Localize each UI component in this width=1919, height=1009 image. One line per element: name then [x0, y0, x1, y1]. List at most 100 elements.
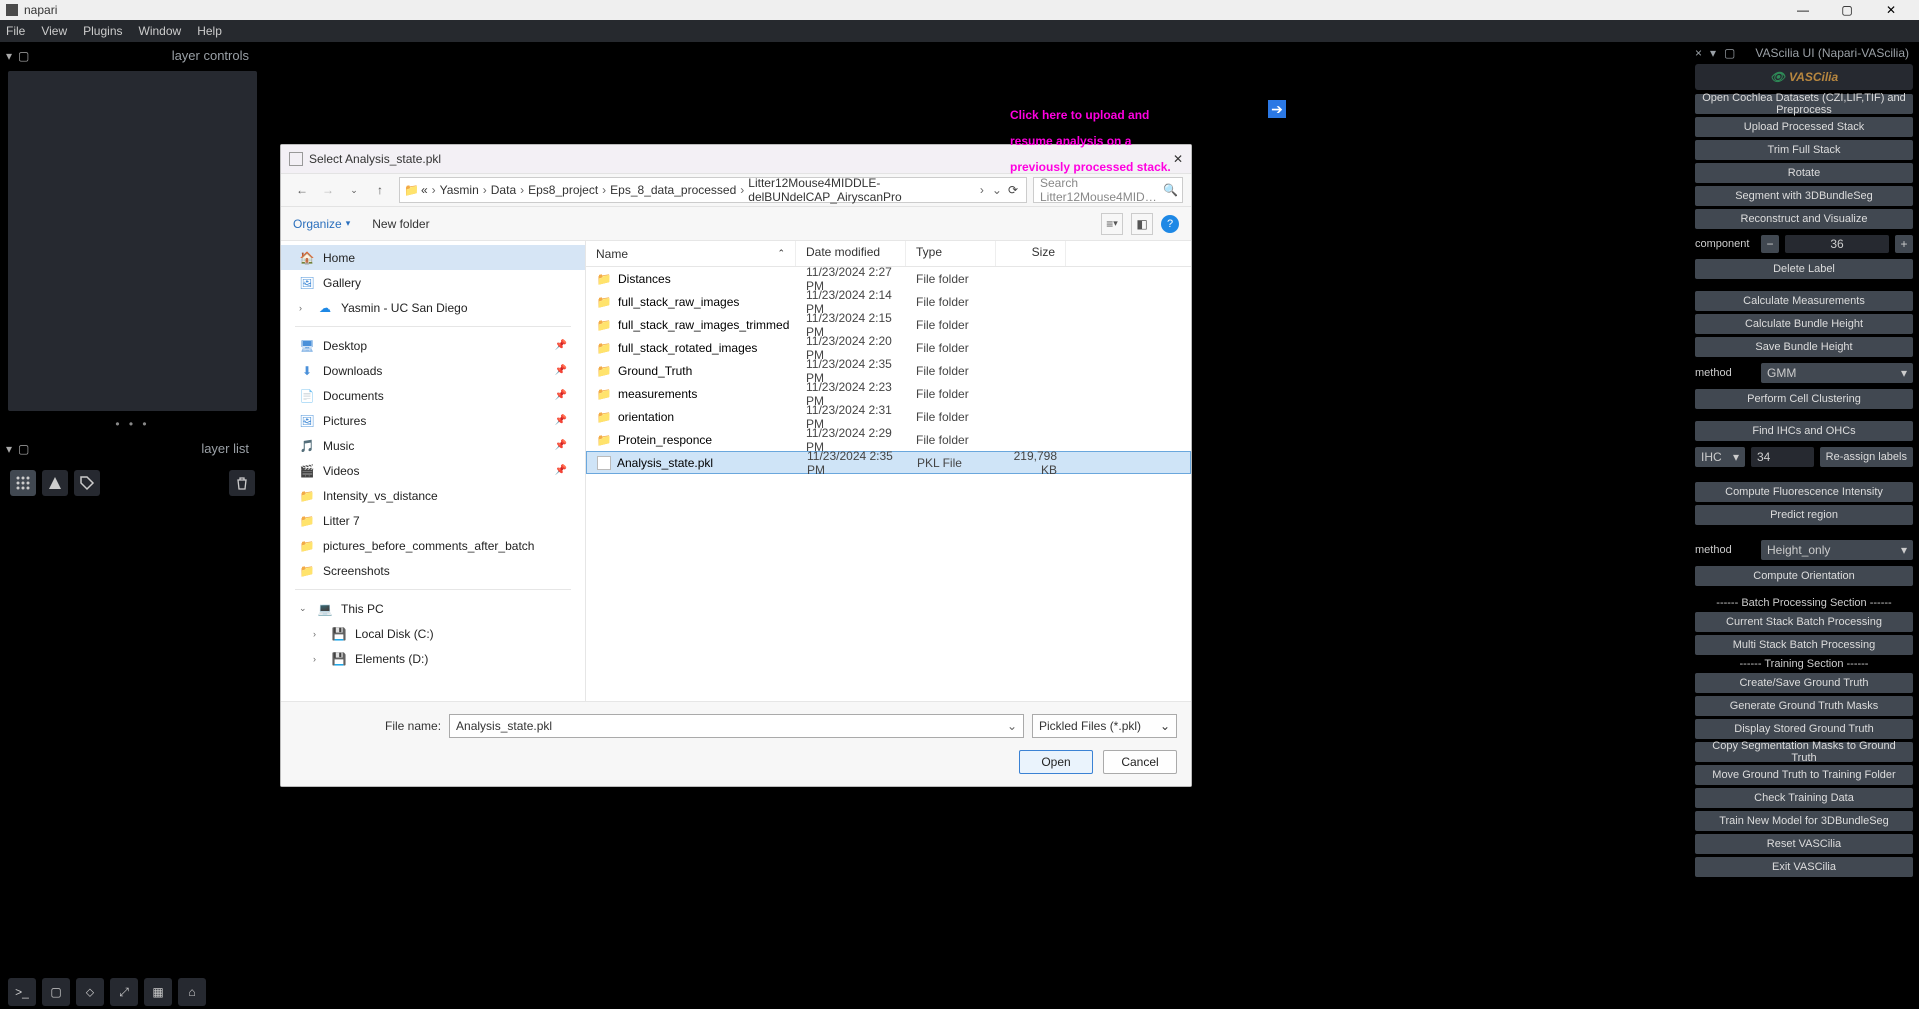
plugin-action-button[interactable]: Upload Processed Stack: [1695, 117, 1913, 137]
tree-pictures[interactable]: 🖼Pictures📌: [281, 408, 585, 433]
plugin-action-button[interactable]: Reconstruct and Visualize: [1695, 209, 1913, 229]
filename-input[interactable]: Analysis_state.pkl⌄: [449, 714, 1024, 738]
tree-this-pc[interactable]: ⌄💻This PC: [281, 596, 585, 621]
method-select[interactable]: GMM▾: [1761, 363, 1913, 383]
batch-button[interactable]: Current Stack Batch Processing: [1695, 612, 1913, 632]
roll-icon[interactable]: ⬦: [76, 978, 104, 1006]
transpose-icon[interactable]: ⤢: [110, 978, 138, 1006]
plugin-action-button[interactable]: Rotate: [1695, 163, 1913, 183]
tree-cloud[interactable]: ›☁Yasmin - UC San Diego: [281, 295, 585, 320]
new-folder-button[interactable]: New folder: [372, 217, 429, 231]
tree-folder[interactable]: 📁Screenshots: [281, 558, 585, 583]
find-ihcs-button[interactable]: Find IHCs and OHCs: [1695, 421, 1913, 441]
ihc-value-input[interactable]: 34: [1751, 447, 1814, 467]
train-button[interactable]: Copy Segmentation Masks to Ground Truth: [1695, 742, 1913, 762]
tree-downloads[interactable]: ⬇Downloads📌: [281, 358, 585, 383]
train-button[interactable]: Train New Model for 3DBundleSeg: [1695, 811, 1913, 831]
home-icon[interactable]: ⌂: [178, 978, 206, 1006]
file-row[interactable]: Analysis_state.pkl11/23/2024 2:35 PMPKL …: [586, 451, 1191, 474]
train-button[interactable]: Check Training Data: [1695, 788, 1913, 808]
new-labels-icon[interactable]: [74, 470, 100, 496]
panel-close-icon[interactable]: ×: [1695, 46, 1702, 60]
console-icon[interactable]: >_: [8, 978, 36, 1006]
train-button[interactable]: Generate Ground Truth Masks: [1695, 696, 1913, 716]
panel-undock-icon[interactable]: ▢: [18, 442, 29, 456]
plugin-action-button[interactable]: Open Cochlea Datasets (CZI,LIF,TIF) and …: [1695, 94, 1913, 114]
tree-home[interactable]: 🏠Home: [281, 245, 585, 270]
close-button[interactable]: ✕: [1869, 0, 1913, 20]
breadcrumb-segment[interactable]: Eps_8_data_processed: [610, 183, 736, 197]
train-button[interactable]: Move Ground Truth to Training Folder: [1695, 765, 1913, 785]
plugin-action-button[interactable]: Trim Full Stack: [1695, 140, 1913, 160]
tree-videos[interactable]: 🎬Videos📌: [281, 458, 585, 483]
new-points-icon[interactable]: [10, 470, 36, 496]
calc-bundle-height-button[interactable]: Calculate Bundle Height: [1695, 314, 1913, 334]
address-bar[interactable]: 📁 « › Yasmin › Data › Eps8_project › Eps…: [399, 177, 1027, 203]
cancel-button[interactable]: Cancel: [1103, 750, 1177, 774]
menu-window[interactable]: Window: [139, 24, 182, 38]
grid-icon[interactable]: ▦: [144, 978, 172, 1006]
train-button[interactable]: Display Stored Ground Truth: [1695, 719, 1913, 739]
nav-back-icon[interactable]: ←: [289, 177, 315, 203]
tree-folder[interactable]: 📁Intensity_vs_distance: [281, 483, 585, 508]
refresh-icon[interactable]: ⟳: [1004, 183, 1022, 197]
tree-desktop[interactable]: 🖥Desktop📌: [281, 333, 585, 358]
breadcrumb-segment[interactable]: Eps8_project: [528, 183, 598, 197]
train-button[interactable]: Exit VASCilia: [1695, 857, 1913, 877]
train-button[interactable]: Create/Save Ground Truth: [1695, 673, 1913, 693]
delete-label-button[interactable]: Delete Label: [1695, 259, 1913, 279]
tree-elements-disk[interactable]: ›💾Elements (D:): [281, 646, 585, 671]
breadcrumb-segment[interactable]: Data: [491, 183, 516, 197]
compute-orientation-button[interactable]: Compute Orientation: [1695, 566, 1913, 586]
panel-pin-icon[interactable]: ▾: [6, 49, 12, 63]
panel-float-icon[interactable]: ▢: [1724, 46, 1735, 60]
maximize-button[interactable]: ▢: [1825, 0, 1869, 20]
component-decrement[interactable]: −: [1761, 235, 1779, 253]
tree-folder[interactable]: 📁Litter 7: [281, 508, 585, 533]
tree-local-disk[interactable]: ›💾Local Disk (C:): [281, 621, 585, 646]
breadcrumb-segment[interactable]: Litter12Mouse4MIDDLE-delBUNdelCAP_Airysc…: [748, 176, 976, 204]
file-filter-select[interactable]: Pickled Files (*.pkl)⌄: [1032, 714, 1177, 738]
view-mode-icon[interactable]: ≡ ▾: [1101, 213, 1123, 235]
resize-handle[interactable]: • • •: [0, 413, 265, 435]
panel-pin-icon[interactable]: ▾: [6, 442, 12, 456]
dialog-close-icon[interactable]: ✕: [1173, 152, 1183, 166]
delete-layer-icon[interactable]: [229, 470, 255, 496]
compute-fluorescence-button[interactable]: Compute Fluorescence Intensity: [1695, 482, 1913, 502]
address-dropdown-icon[interactable]: ⌄: [992, 183, 1002, 197]
nav-forward-icon[interactable]: →: [315, 177, 341, 203]
menu-view[interactable]: View: [41, 24, 67, 38]
new-shapes-icon[interactable]: [42, 470, 68, 496]
component-increment[interactable]: +: [1895, 235, 1913, 253]
perform-clustering-button[interactable]: Perform Cell Clustering: [1695, 389, 1913, 409]
menu-plugins[interactable]: Plugins: [83, 24, 122, 38]
organize-button[interactable]: Organize ▾: [293, 217, 350, 231]
tree-gallery[interactable]: 🖼Gallery: [281, 270, 585, 295]
tree-folder[interactable]: 📁pictures_before_comments_after_batch: [281, 533, 585, 558]
open-button[interactable]: Open: [1019, 750, 1093, 774]
breadcrumb-segment[interactable]: Yasmin: [440, 183, 479, 197]
batch-button[interactable]: Multi Stack Batch Processing: [1695, 635, 1913, 655]
panel-undock-icon[interactable]: ▢: [18, 49, 29, 63]
menu-file[interactable]: File: [6, 24, 25, 38]
preview-pane-icon[interactable]: ◧: [1131, 213, 1153, 235]
breadcrumb-overflow[interactable]: «: [421, 183, 428, 197]
file-list-header[interactable]: Name⌃ Date modified Type Size: [586, 241, 1191, 267]
train-button[interactable]: Reset VASCilia: [1695, 834, 1913, 854]
ihc-select[interactable]: IHC▾: [1695, 447, 1745, 467]
component-value[interactable]: 36: [1785, 235, 1889, 253]
help-icon[interactable]: ?: [1161, 215, 1179, 233]
minimize-button[interactable]: —: [1781, 0, 1825, 20]
ndisplay-icon[interactable]: ▢: [42, 978, 70, 1006]
save-bundle-height-button[interactable]: Save Bundle Height: [1695, 337, 1913, 357]
method2-select[interactable]: Height_only▾: [1761, 540, 1913, 560]
plugin-action-button[interactable]: Segment with 3DBundleSeg: [1695, 186, 1913, 206]
menu-help[interactable]: Help: [197, 24, 222, 38]
nav-recent-icon[interactable]: ⌄: [341, 177, 367, 203]
reassign-labels-button[interactable]: Re-assign labels: [1820, 447, 1913, 467]
tree-documents[interactable]: 📄Documents📌: [281, 383, 585, 408]
search-input[interactable]: Search Litter12Mouse4MID… 🔍: [1033, 177, 1183, 203]
tree-music[interactable]: 🎵Music📌: [281, 433, 585, 458]
predict-region-button[interactable]: Predict region: [1695, 505, 1913, 525]
nav-up-icon[interactable]: ↑: [367, 177, 393, 203]
